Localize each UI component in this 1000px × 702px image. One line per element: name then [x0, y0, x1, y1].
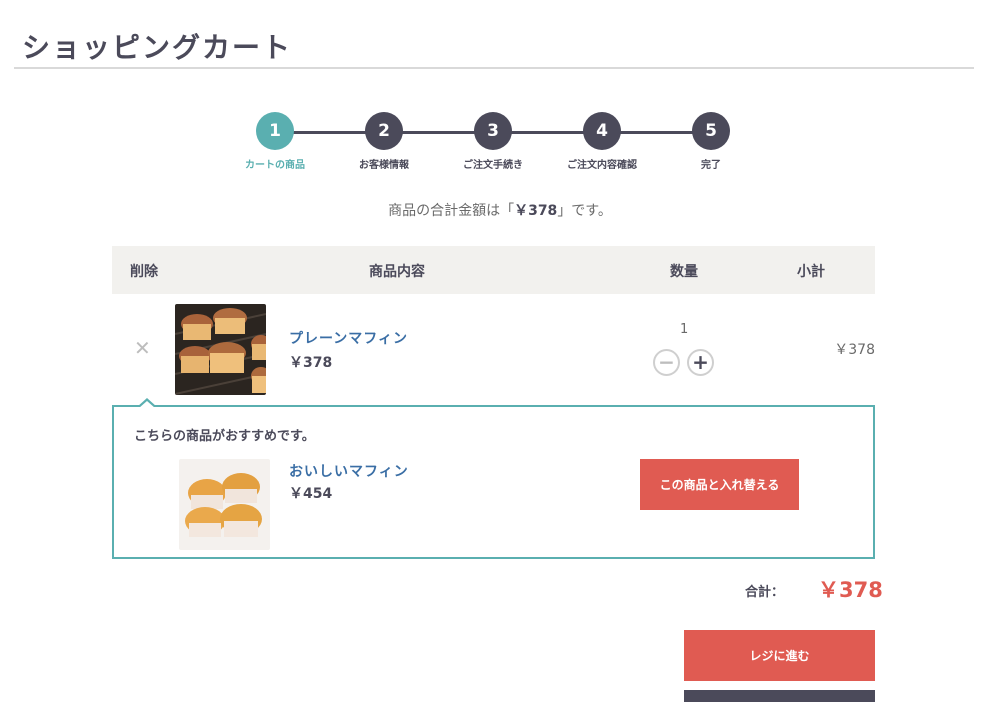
- step-4: 4 ご注文内容確認: [547, 112, 657, 171]
- total-value: ￥378: [818, 578, 883, 602]
- header-qty: 数量: [670, 264, 698, 280]
- quantity-increase-button[interactable]: +: [687, 349, 714, 376]
- replace-product-button[interactable]: この商品と入れ替える: [640, 459, 799, 510]
- line-subtotal: ￥378: [834, 342, 875, 358]
- recommended-product-image[interactable]: [179, 459, 270, 550]
- step-3-label: ご注文手続き: [463, 160, 523, 171]
- step-3-circle: 3: [474, 112, 512, 150]
- step-2: 2 お客様情報: [329, 112, 439, 171]
- product-name-link[interactable]: プレーンマフィン: [289, 328, 408, 348]
- page-title: ショッピングカート: [22, 31, 293, 64]
- total-note-suffix: 」です。: [557, 203, 612, 219]
- table-row: ✕ プレーンマフィン ￥378 1 − + ￥378: [112, 294, 875, 404]
- header-item: 商品内容: [369, 264, 425, 280]
- recommended-product-price: ￥454: [289, 486, 333, 502]
- recommendation-box: こちらの商品がおすすめです。 おいしいマフィン ￥454 この商品と入れ替える: [112, 398, 875, 559]
- quantity-decrease-button[interactable]: −: [653, 349, 680, 376]
- checkout-button[interactable]: レジに進む: [684, 630, 875, 681]
- total-note-prefix: 商品の合計金額は「: [388, 203, 515, 219]
- recommendation-heading: こちらの商品がおすすめです。: [134, 429, 315, 444]
- cart-table-header: 削除 商品内容 数量 小計: [112, 246, 875, 294]
- step-5: 5 完了: [656, 112, 766, 171]
- checkout-stepper: 1 カートの商品 2 お客様情報 3 ご注文手続き 4 ご注文内容確認 5 完了: [240, 112, 752, 172]
- step-5-circle: 5: [692, 112, 730, 150]
- product-price: ￥378: [289, 355, 333, 371]
- product-image[interactable]: [175, 304, 266, 395]
- step-1: 1 カートの商品: [220, 112, 330, 171]
- header-subtotal: 小計: [797, 264, 825, 280]
- step-1-label: カートの商品: [245, 160, 305, 171]
- close-icon[interactable]: ✕: [134, 336, 151, 360]
- header-remove: 削除: [130, 264, 158, 280]
- cart-total-note: 商品の合計金額は「￥378」です。: [0, 200, 1000, 220]
- step-4-label: ご注文内容確認: [567, 160, 637, 171]
- step-1-circle: 1: [256, 112, 294, 150]
- step-2-label: お客様情報: [359, 160, 409, 171]
- quantity-value: 1: [680, 322, 689, 337]
- step-2-circle: 2: [365, 112, 403, 150]
- step-3: 3 ご注文手続き: [438, 112, 548, 171]
- recommendation-pointer-fill: [139, 401, 155, 408]
- step-5-label: 完了: [701, 160, 721, 171]
- step-4-circle: 4: [583, 112, 621, 150]
- secondary-button[interactable]: [684, 690, 875, 702]
- total-label: 合計：: [745, 585, 785, 600]
- recommended-product-name-link[interactable]: おいしいマフィン: [289, 461, 409, 481]
- total-note-amount: ￥378: [514, 203, 558, 219]
- title-divider: [14, 67, 974, 69]
